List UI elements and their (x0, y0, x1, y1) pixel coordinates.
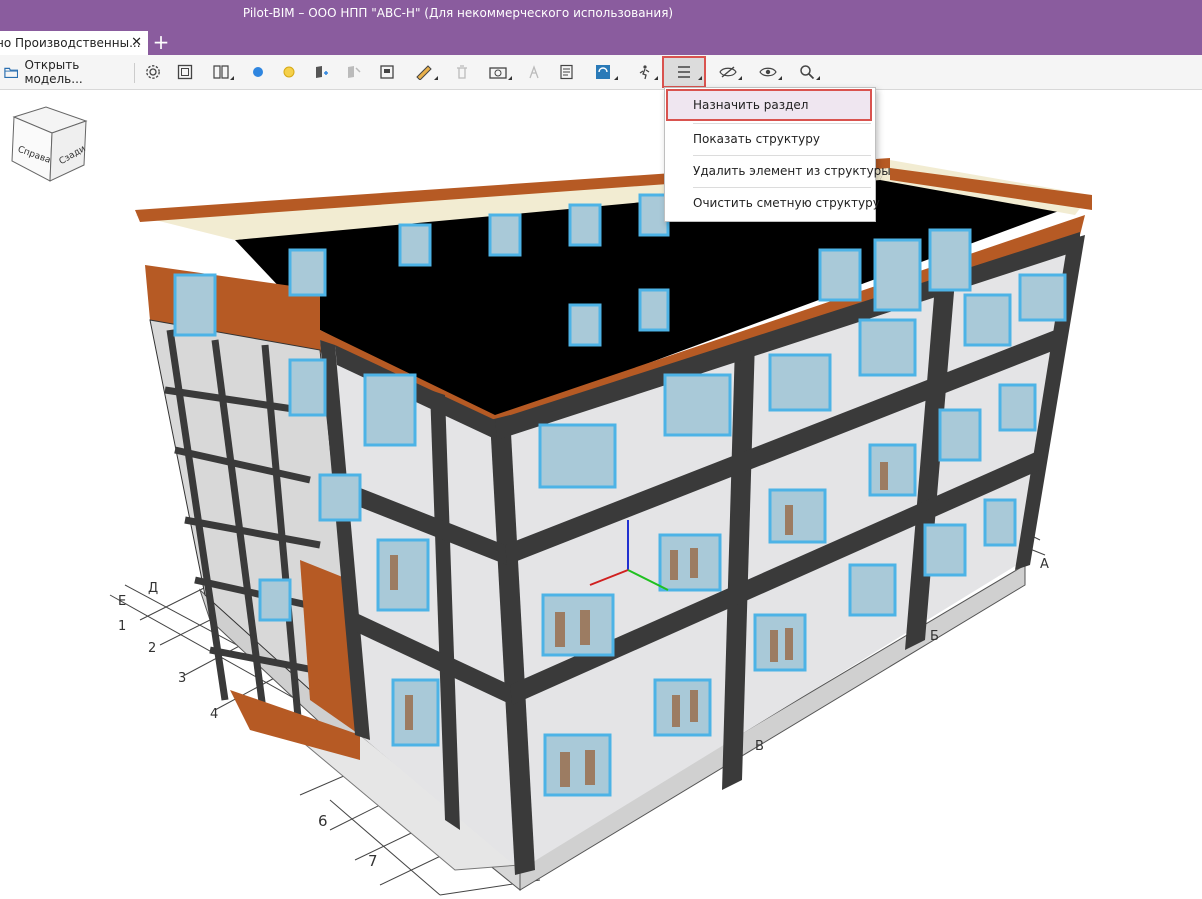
disabled-model-button[interactable] (342, 58, 364, 86)
hide-button[interactable] (712, 58, 744, 86)
tab-strip: но Производственны... ✕ + (0, 27, 1202, 55)
disabled-model-icon (348, 66, 361, 78)
tab-label: но Производственны... (0, 36, 141, 50)
report-button[interactable] (556, 58, 578, 86)
grid-label-d: Д (148, 581, 158, 596)
yellow-marker-button[interactable] (279, 58, 299, 86)
divider (134, 63, 135, 83)
menu-item-remove-element[interactable]: Удалить элемент из структуры (667, 156, 891, 186)
sync-button[interactable] (588, 58, 620, 86)
search-button[interactable] (792, 58, 822, 86)
delete-icon (457, 65, 467, 79)
delete-button[interactable] (452, 58, 472, 86)
walk-button[interactable] (630, 58, 660, 86)
disabled-tool-button[interactable] (524, 58, 544, 86)
add-model-icon (316, 66, 328, 78)
grid-label-b: Б (930, 629, 939, 644)
sync-icon (596, 65, 610, 79)
grid-label-e: Е (118, 594, 126, 609)
blue-circle-icon (253, 67, 263, 77)
search-icon (800, 65, 815, 80)
book-icon (213, 65, 229, 79)
view-cube[interactable]: Справа Сзади (8, 103, 90, 185)
add-tab-button[interactable]: + (150, 31, 172, 55)
fit-view-button[interactable] (174, 58, 196, 86)
menu-item-clear-estimate[interactable]: Очистить сметную структуру (667, 188, 880, 218)
yellow-circle-icon (283, 66, 295, 78)
sections-button[interactable] (206, 58, 236, 86)
fit-view-icon (177, 64, 193, 80)
title-bar: Pilot-BIM – ООО НПП "АВС-Н" (Для некомме… (0, 0, 1202, 27)
model-viewport[interactable]: 1 2 3 4 6 7 Д Е А Б В (0, 89, 1202, 899)
tab-model[interactable]: но Производственны... ✕ (0, 31, 148, 55)
open-model-button[interactable]: Открыть модель... (4, 58, 130, 86)
window-title: Pilot-BIM – ООО НПП "АВС-Н" (Для некомме… (242, 6, 674, 20)
measure-button[interactable] (408, 58, 440, 86)
save-view-button[interactable] (376, 58, 398, 86)
blue-marker-button[interactable] (248, 58, 268, 86)
hide-icon (719, 66, 737, 78)
grid-label-7: 7 (368, 852, 378, 870)
structure-icon (678, 66, 690, 78)
show-icon (759, 67, 777, 77)
grid-label-1: 1 (118, 619, 126, 634)
camera-button[interactable] (482, 58, 514, 86)
gear-icon (146, 65, 160, 79)
menu-item-assign-section[interactable]: Назначить раздел (666, 89, 872, 121)
add-model-button[interactable] (310, 58, 332, 86)
menu-item-show-structure[interactable]: Показать структуру (667, 124, 871, 154)
disabled-tool-icon (529, 65, 539, 79)
grid-label-4: 4 (210, 707, 218, 722)
structure-menu: Назначить раздел Показать структуру Удал… (664, 87, 891, 222)
show-button[interactable] (752, 58, 784, 86)
settings-button[interactable] (142, 58, 164, 86)
save-view-icon (380, 65, 394, 79)
walk-icon (639, 65, 650, 80)
open-model-label: Открыть модель... (24, 58, 83, 86)
structure-button[interactable] (662, 56, 706, 88)
grid-label-v: В (755, 739, 764, 754)
grid-label-2: 2 (148, 641, 156, 656)
grid-label-a: А (1040, 557, 1049, 572)
grid-label-3: 3 (178, 671, 186, 686)
toolbar: Открыть модель... (0, 55, 1202, 90)
camera-icon (489, 67, 507, 79)
grid-label-6: 6 (318, 812, 328, 830)
folder-icon (4, 67, 19, 79)
close-icon[interactable]: ✕ (131, 31, 142, 55)
report-icon (560, 64, 573, 80)
measure-icon (416, 65, 432, 80)
